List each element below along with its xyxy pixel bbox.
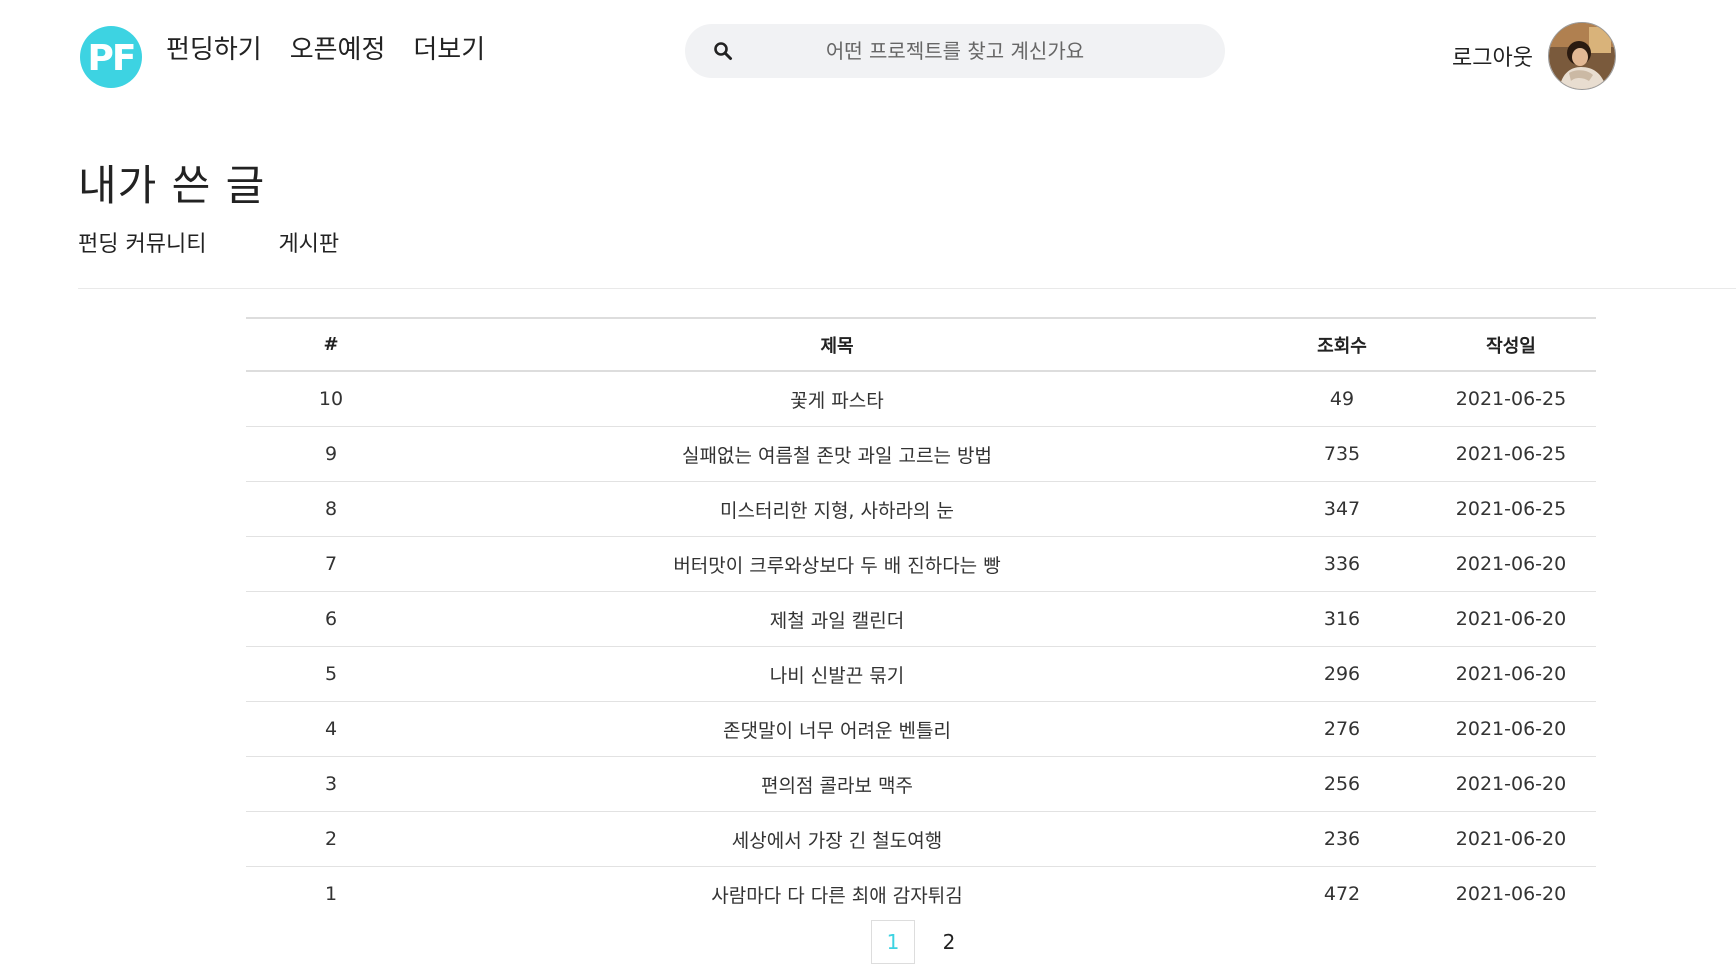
post-date: 2021-06-20 [1426, 811, 1596, 867]
column-header-date: 작성일 [1426, 318, 1596, 372]
post-title[interactable]: 사람마다 다 다른 최애 감자튀김 [416, 867, 1258, 922]
table-row[interactable]: 1 사람마다 다 다른 최애 감자튀김 472 2021-06-20 [246, 867, 1596, 922]
post-title[interactable]: 실패없는 여름철 존맛 과일 고르는 방법 [416, 426, 1258, 482]
post-title[interactable]: 꽃게 파스타 [416, 371, 1258, 427]
page-title: 내가 쓴 글 [78, 161, 266, 210]
tab-bar: 펀딩 커뮤니티 게시판 [78, 230, 411, 260]
top-header: PF 펀딩하기 오픈예정 더보기 로그아웃 [0, 0, 1736, 110]
posts-table: # 제목 조회수 작성일 10 꽃게 파스타 49 2021-06-25 9 실… [246, 317, 1596, 921]
post-number: 10 [246, 371, 416, 427]
post-number: 8 [246, 481, 416, 537]
tab-board[interactable]: 게시판 [278, 230, 339, 260]
pagination: 1 2 [871, 920, 983, 964]
post-views: 735 [1258, 426, 1426, 482]
post-date: 2021-06-25 [1426, 481, 1596, 537]
logo-text: PF [87, 37, 137, 79]
column-header-number: # [246, 318, 416, 372]
table-row[interactable]: 5 나비 신발끈 묶기 296 2021-06-20 [246, 646, 1596, 702]
posts-table-body: 10 꽃게 파스타 49 2021-06-25 9 실패없는 여름철 존맛 과일… [246, 371, 1596, 921]
post-date: 2021-06-20 [1426, 701, 1596, 757]
section-divider [78, 288, 1736, 289]
table-row[interactable]: 10 꽃게 파스타 49 2021-06-25 [246, 371, 1596, 427]
post-title[interactable]: 버터맛이 크루와상보다 두 배 진하다는 빵 [416, 536, 1258, 592]
table-row[interactable]: 6 제철 과일 캘린더 316 2021-06-20 [246, 591, 1596, 647]
page-button-1[interactable]: 1 [871, 920, 915, 964]
table-row[interactable]: 2 세상에서 가장 긴 철도여행 236 2021-06-20 [246, 811, 1596, 867]
post-views: 49 [1258, 371, 1426, 427]
nav-item-more[interactable]: 더보기 [413, 30, 485, 70]
post-date: 2021-06-20 [1426, 591, 1596, 647]
search-input[interactable] [685, 24, 1225, 78]
post-views: 276 [1258, 701, 1426, 757]
tab-funding-community[interactable]: 펀딩 커뮤니티 [78, 230, 206, 260]
column-header-title: 제목 [416, 318, 1258, 372]
post-date: 2021-06-25 [1426, 426, 1596, 482]
post-title[interactable]: 미스터리한 지형, 사하라의 눈 [416, 481, 1258, 537]
post-date: 2021-06-20 [1426, 536, 1596, 592]
table-row[interactable]: 8 미스터리한 지형, 사하라의 눈 347 2021-06-25 [246, 481, 1596, 537]
post-number: 1 [324, 883, 338, 905]
avatar-image [1549, 23, 1615, 89]
post-number: 7 [246, 536, 416, 592]
post-title[interactable]: 존댓말이 너무 어려운 벤틀리 [416, 701, 1258, 757]
post-title[interactable]: 제철 과일 캘린더 [416, 591, 1258, 647]
page-button-2[interactable]: 2 [927, 920, 971, 964]
post-date: 2021-06-25 [1426, 371, 1596, 427]
table-row[interactable]: 7 버터맛이 크루와상보다 두 배 진하다는 빵 336 2021-06-20 [246, 536, 1596, 592]
post-views: 336 [1258, 536, 1426, 592]
post-title[interactable]: 편의점 콜라보 맥주 [416, 756, 1258, 812]
post-title[interactable]: 세상에서 가장 긴 철도여행 [416, 811, 1258, 867]
post-views: 256 [1258, 756, 1426, 812]
post-date: 2021-06-20 [1426, 646, 1596, 702]
post-number: 5 [246, 646, 416, 702]
column-header-views: 조회수 [1258, 318, 1426, 372]
table-header-row: # 제목 조회수 작성일 [246, 318, 1596, 372]
post-number: 2 [246, 811, 416, 867]
nav-item-upcoming[interactable]: 오픈예정 [290, 30, 386, 70]
post-title[interactable]: 나비 신발끈 묶기 [416, 646, 1258, 702]
logout-button[interactable]: 로그아웃 [1452, 40, 1533, 72]
table-row[interactable]: 3 편의점 콜라보 맥주 256 2021-06-20 [246, 756, 1596, 812]
post-number: 4 [246, 701, 416, 757]
post-date: 2021-06-20 [1426, 756, 1596, 812]
post-views: 316 [1258, 591, 1426, 647]
post-number: 3 [246, 756, 416, 812]
nav-item-funding[interactable]: 펀딩하기 [166, 30, 262, 70]
table-row[interactable]: 9 실패없는 여름철 존맛 과일 고르는 방법 735 2021-06-25 [246, 426, 1596, 482]
post-number: 9 [246, 426, 416, 482]
post-views: 236 [1258, 811, 1426, 867]
avatar[interactable] [1548, 22, 1616, 90]
logo[interactable]: PF [80, 26, 142, 88]
post-views: 472 [1323, 883, 1361, 905]
post-number: 6 [246, 591, 416, 647]
main-nav: 펀딩하기 오픈예정 더보기 [166, 30, 513, 70]
post-views: 347 [1258, 481, 1426, 537]
search-bar [685, 24, 1225, 78]
table-row[interactable]: 4 존댓말이 너무 어려운 벤틀리 276 2021-06-20 [246, 701, 1596, 757]
post-date: 2021-06-20 [1455, 883, 1567, 905]
post-views: 296 [1258, 646, 1426, 702]
search-icon[interactable] [713, 41, 733, 61]
